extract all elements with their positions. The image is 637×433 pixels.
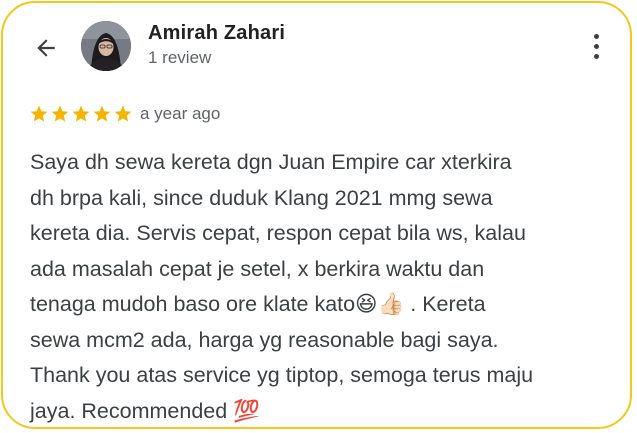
- avatar[interactable]: [81, 21, 131, 71]
- star-icon: [51, 105, 69, 122]
- star-icon: [114, 105, 132, 122]
- reviewer-name[interactable]: Amirah Zahari: [148, 22, 285, 45]
- star-icon: [30, 105, 48, 122]
- review-time: a year ago: [140, 104, 221, 123]
- review-count: 1 review: [148, 48, 212, 67]
- avatar-image: [81, 21, 131, 71]
- star-icon: [93, 105, 111, 122]
- more-vert-icon: [593, 33, 599, 39]
- back-button[interactable]: [29, 31, 63, 65]
- more-options-button[interactable]: [583, 29, 609, 63]
- review-text: Saya dh sewa kereta dgn Juan Empire car …: [30, 150, 534, 423]
- star-icon: [72, 105, 90, 122]
- arrow-back-icon: [37, 39, 55, 57]
- review-card: Amirah Zahari 1 review a year ago Saya d…: [1, 1, 632, 429]
- star-rating: [29, 104, 133, 124]
